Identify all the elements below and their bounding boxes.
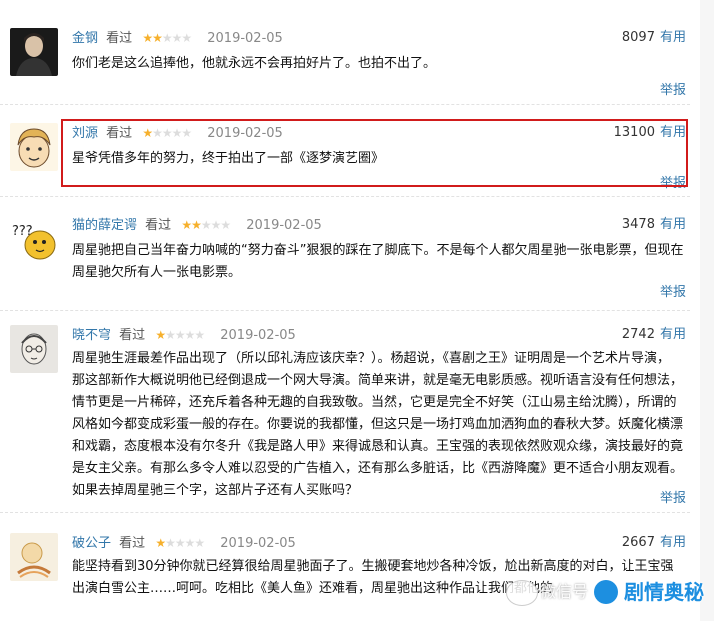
review-content: 你们老是这么追捧他，他就永远不会再拍好片了。也拍不出了。 xyxy=(72,53,686,75)
report-link[interactable]: 举报 xyxy=(660,79,686,98)
useful-button[interactable]: 有用 xyxy=(660,535,686,550)
review-date: 2019-02-05 xyxy=(220,536,296,551)
wechat-icon xyxy=(506,580,538,606)
review-line: 你们老是这么追捧他，他就永远不会再拍好片了。也拍不出了。 xyxy=(72,56,437,71)
divider xyxy=(0,310,690,311)
watched-label: 看过 xyxy=(106,31,133,46)
review-date: 2019-02-05 xyxy=(207,31,283,46)
review-header: 金钢 看过 ★★★★★ 2019-02-05 8097 有用 xyxy=(72,28,686,48)
review-line: 如果去掉周星驰三个字，这部片子还有人买账吗？ xyxy=(72,483,359,498)
watermark: 微信号 剧情奥秘 xyxy=(506,572,706,612)
review-line: 周星驰生涯最差作品出现了（所以邱礼涛应该庆幸？）。杨超说，《喜剧之王》证明周是一… xyxy=(72,351,671,366)
username[interactable]: 金钢 xyxy=(72,31,98,46)
review-date: 2019-02-05 xyxy=(220,328,296,343)
review-line: 那这部新作大概说明他已经倒退成一个网大导演。简单来讲，就是毫无电影质感。视听语言… xyxy=(72,373,684,388)
username[interactable]: 猫的薛定谔 xyxy=(72,218,137,233)
useful-count: 3478 xyxy=(621,217,655,232)
useful-count: 8097 xyxy=(621,30,655,45)
avatar[interactable] xyxy=(10,123,58,171)
useful-vote[interactable]: 2742 有用 xyxy=(622,325,686,345)
useful-button[interactable]: 有用 xyxy=(660,217,686,232)
review-content: 周星驰生涯最差作品出现了（所以邱礼涛应该庆幸？）。杨超说，《喜剧之王》证明周是一… xyxy=(72,348,686,502)
rating-stars: ★★★★★ xyxy=(142,31,192,45)
highlight-box xyxy=(61,119,688,187)
divider xyxy=(0,104,690,105)
review-line: 和戏霸，态度根本没有尔冬升《我是路人甲》来得诚恳和认真。王宝强的表现依然败观众缘… xyxy=(72,439,684,454)
report-link[interactable]: 举报 xyxy=(660,487,686,506)
useful-vote[interactable]: 3478 有用 xyxy=(622,215,686,235)
review-content: 周星驰把自己当年奋力呐喊的“努力奋斗”狠狠的踩在了脚底下。不是每个人都欠周星驰一… xyxy=(72,240,686,284)
review-line: 是女主父亲。有那么多令人难以忍受的广告植入，还有那么多脏话，比《西游降魔》更不适… xyxy=(72,461,684,476)
rating-stars: ★★★★★ xyxy=(155,328,205,342)
useful-count: 2667 xyxy=(621,535,655,550)
useful-vote[interactable]: 8097 有用 xyxy=(622,28,686,48)
review-line: 周星驰欠所有人一张电影票。 xyxy=(72,265,242,280)
watermark-text: 剧情奥秘 xyxy=(624,580,704,604)
divider xyxy=(0,196,690,197)
rating-stars: ★★★★★ xyxy=(181,218,231,232)
review-line: 周星驰把自己当年奋力呐喊的“努力奋斗”狠狠的踩在了脚底下。不是每个人都欠周星驰一… xyxy=(72,243,684,258)
avatar[interactable] xyxy=(10,325,58,373)
watched-label: 看过 xyxy=(145,218,172,233)
avatar[interactable]: ??? xyxy=(10,215,58,263)
watched-label: 看过 xyxy=(119,536,146,551)
rating-stars: ★★★★★ xyxy=(155,536,205,550)
username[interactable]: 晓不穹 xyxy=(72,328,111,343)
avatar[interactable] xyxy=(10,533,58,581)
useful-vote[interactable]: 2667 有用 xyxy=(622,533,686,553)
page-scroll-edge xyxy=(700,0,714,621)
watched-label: 看过 xyxy=(119,328,146,343)
useful-button[interactable]: 有用 xyxy=(660,30,686,45)
watermark-small-text: 微信号 xyxy=(540,582,589,601)
divider xyxy=(0,512,690,513)
review-line: 情节更是一片稀碎，还充斥着各种无趣的自我致敬。当然，它更是完全不好笑（江山易主给… xyxy=(72,395,677,410)
review-line: 风格如今都变成彩蛋一般的存在。你要说的我都懂，但这只是一场打鸡血加洒狗血的春秋大… xyxy=(72,417,684,432)
report-link[interactable]: 举报 xyxy=(660,281,686,300)
useful-button[interactable]: 有用 xyxy=(660,327,686,342)
useful-count: 2742 xyxy=(621,327,655,342)
avatar[interactable] xyxy=(10,28,58,76)
review-header: 猫的薛定谔 看过 ★★★★★ 2019-02-05 3478 有用 xyxy=(72,215,686,235)
review-header: 破公子 看过 ★★★★★ 2019-02-05 2667 有用 xyxy=(72,533,686,553)
review-header: 晓不穹 看过 ★★★★★ 2019-02-05 2742 有用 xyxy=(72,325,686,345)
username[interactable]: 破公子 xyxy=(72,536,111,551)
review-date: 2019-02-05 xyxy=(246,218,322,233)
watermark-logo-icon xyxy=(594,580,618,604)
svg-text:???: ??? xyxy=(12,224,33,239)
